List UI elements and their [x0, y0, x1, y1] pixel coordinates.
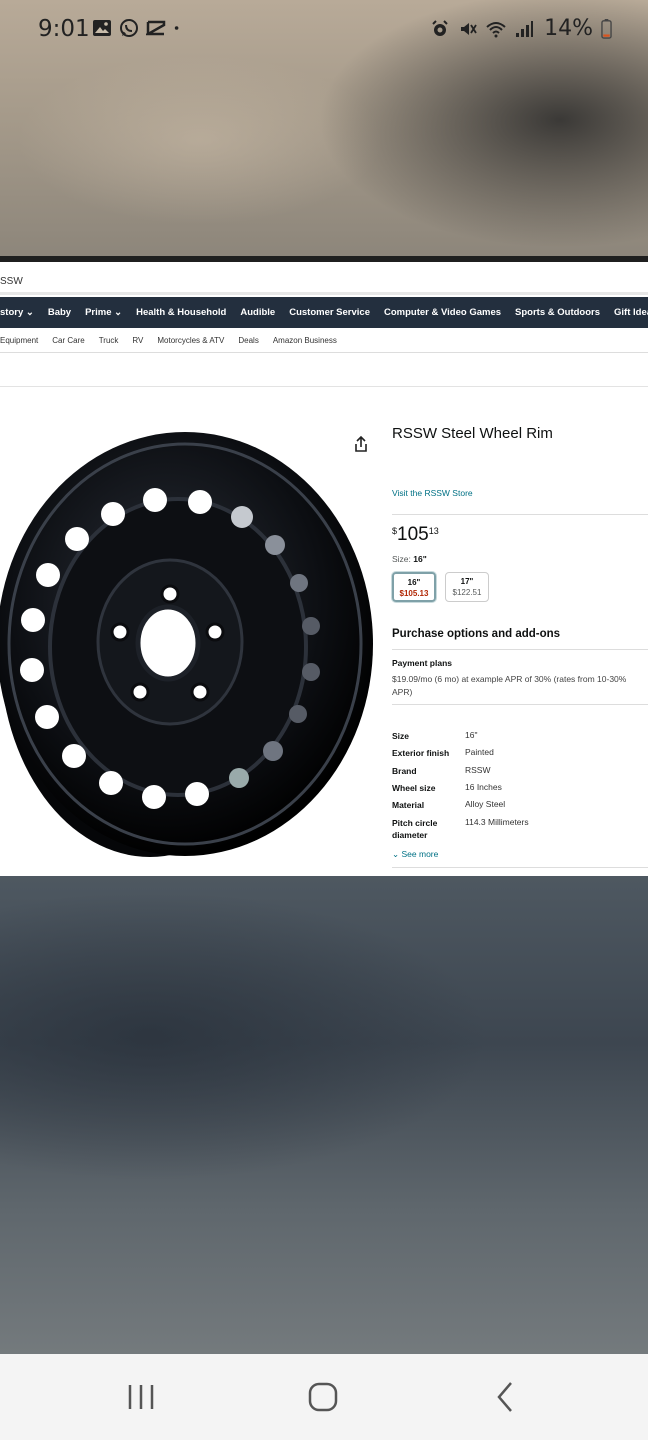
price: $10513: [392, 524, 439, 546]
spec-value: 16": [465, 730, 478, 740]
share-icon[interactable]: [351, 434, 371, 454]
spec-value: 114.3 Millimeters: [465, 817, 529, 827]
subnav-link[interactable]: Car Care: [52, 336, 84, 345]
spec-key: Exterior finish: [392, 748, 450, 758]
subnav-link[interactable]: Amazon Business: [273, 336, 337, 345]
subnav-link[interactable]: Deals: [238, 336, 258, 345]
nav-link[interactable]: Audible: [240, 307, 275, 318]
spec-key: Pitch circle diameter: [392, 818, 438, 840]
product-title: RSSW Steel Wheel Rim: [392, 425, 553, 442]
divider: [392, 514, 648, 515]
subnav-link[interactable]: Equipment: [0, 336, 38, 345]
price-whole: 105: [397, 524, 429, 545]
see-more-link[interactable]: ⌄ See more: [392, 849, 438, 860]
battery-icon: [601, 18, 612, 39]
spec-key: Brand: [392, 766, 417, 776]
subnav-link[interactable]: Truck: [99, 336, 119, 345]
amazon-sub-nav: Equipment Car Care Truck RV Motorcycles …: [0, 328, 648, 353]
divider: [0, 386, 648, 387]
nav-link[interactable]: Health & Household: [136, 307, 226, 318]
nav-link[interactable]: Computer & Video Games: [384, 307, 501, 318]
size-option-16[interactable]: 16" $105.13: [392, 572, 436, 602]
see-more-label: See more: [401, 849, 439, 859]
store-link[interactable]: Visit the RSSW Store: [392, 488, 473, 498]
nav-link[interactable]: story ⌄: [0, 307, 34, 318]
back-icon[interactable]: [486, 1380, 526, 1414]
blurred-background-bottom: [0, 876, 648, 1354]
size-value: 16": [413, 554, 427, 564]
dot-icon: [174, 26, 179, 30]
spec-value: Painted: [465, 747, 494, 757]
size-selector-label: Size: 16": [392, 554, 427, 564]
site-label: SSW: [0, 276, 23, 287]
spec-value: RSSW: [465, 765, 491, 775]
capcut-icon: [146, 20, 166, 36]
size-option-size: 17": [460, 577, 474, 586]
system-icons: 14%: [430, 16, 612, 41]
spec-value: Alloy Steel: [465, 799, 506, 809]
spec-value: 16 Inches: [465, 782, 502, 792]
size-option-price: $122.51: [452, 588, 482, 597]
spec-key: Wheel size: [392, 783, 436, 793]
price-symbol: $: [392, 526, 398, 536]
gallery-icon: [93, 20, 111, 36]
nav-link[interactable]: Customer Service: [289, 307, 370, 318]
subnav-link[interactable]: RV: [132, 336, 143, 345]
spec-key: Material: [392, 800, 425, 810]
signal-icon: [516, 20, 534, 37]
screenshot-webpage: SSW story ⌄ Baby Prime ⌄ Health & Househ…: [0, 262, 648, 876]
size-option-size: 16": [407, 578, 421, 587]
nav-link[interactable]: Prime ⌄: [85, 307, 122, 318]
divider: [392, 704, 648, 705]
size-option-17[interactable]: 17" $122.51: [445, 572, 489, 602]
browser-header: SSW: [0, 262, 648, 295]
payment-plans-text[interactable]: $19.09/mo (6 mo) at example APR of 30% (…: [392, 673, 632, 699]
nav-link[interactable]: Gift Ideas: [614, 307, 648, 318]
status-bar: 9:01 14%: [0, 0, 648, 60]
size-label: Size:: [392, 554, 411, 564]
product-image-wheel[interactable]: [0, 420, 380, 870]
notification-icons: [92, 18, 185, 38]
battery-percent: 14%: [544, 16, 593, 41]
chevron-down-icon: ⌄: [392, 849, 400, 859]
recent-apps-icon[interactable]: [122, 1380, 162, 1414]
divider: [392, 867, 648, 868]
mute-icon: [461, 22, 477, 35]
spec-key: Size: [392, 731, 410, 741]
price-fraction: 13: [428, 526, 439, 536]
payment-plans-label: Payment plans: [392, 658, 452, 668]
purchase-options-heading: Purchase options and add-ons: [392, 628, 561, 640]
amazon-main-nav: story ⌄ Baby Prime ⌄ Health & Household …: [0, 297, 648, 328]
divider: [392, 649, 648, 650]
alarm-icon: [432, 19, 448, 36]
nav-link[interactable]: Baby: [48, 307, 71, 318]
status-time: 9:01: [38, 16, 90, 42]
wifi-icon: [486, 21, 506, 37]
size-option-price: $105.13: [399, 589, 429, 598]
subnav-link[interactable]: Motorcycles & ATV: [157, 336, 224, 345]
android-navigation-bar: [0, 1354, 648, 1440]
home-icon[interactable]: [302, 1380, 342, 1414]
whatsapp-icon: [120, 19, 138, 37]
nav-link[interactable]: Sports & Outdoors: [515, 307, 600, 318]
